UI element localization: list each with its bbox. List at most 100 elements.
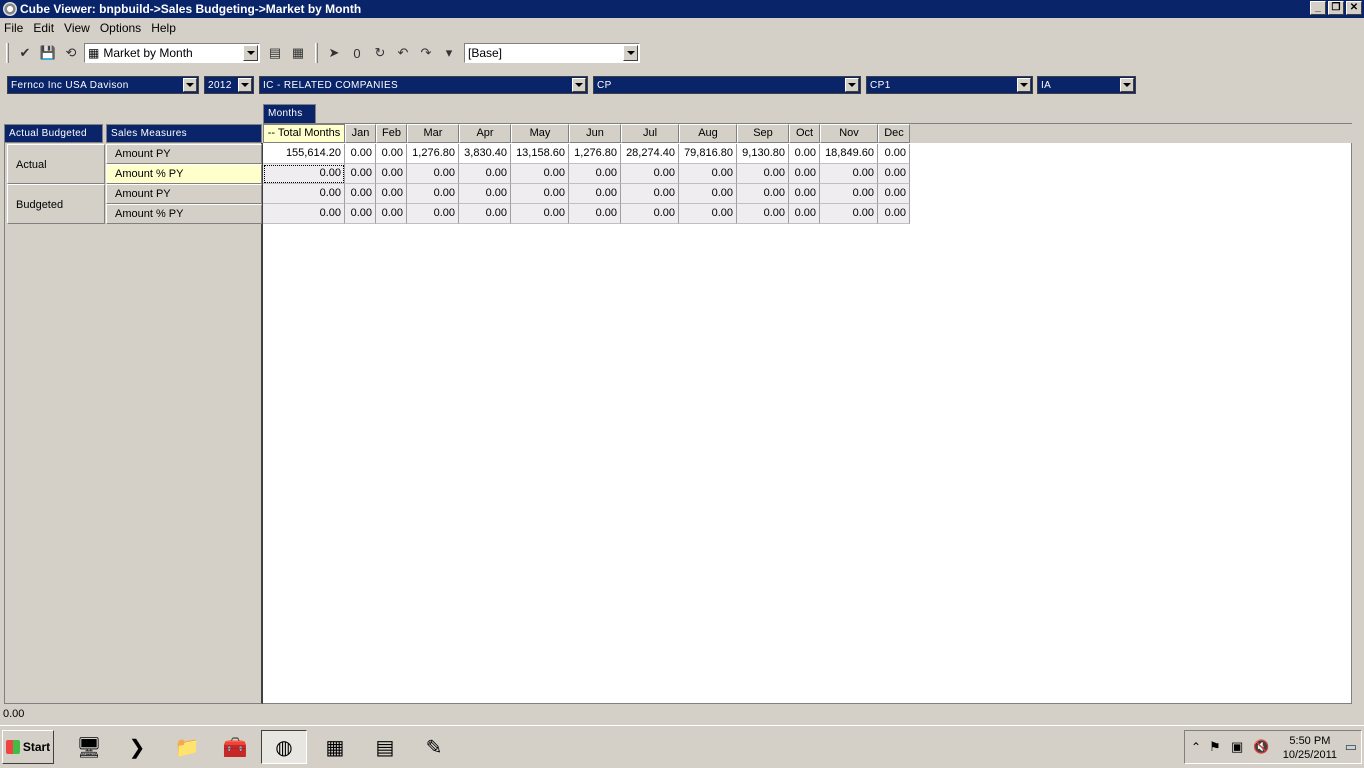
grid-cell[interactable]: 0.00 <box>345 144 376 164</box>
refresh-icon[interactable]: ↻ <box>369 42 391 64</box>
row-group-budgeted[interactable]: Budgeted <box>7 184 105 224</box>
column-header[interactable]: Dec <box>878 124 910 143</box>
grid-cell[interactable]: 0.00 <box>459 184 511 204</box>
row-measure[interactable]: Amount PY <box>106 184 262 204</box>
grid-cell[interactable]: 0.00 <box>820 184 878 204</box>
recalculate-icon[interactable]: ⟲ <box>60 42 82 64</box>
start-button[interactable]: Start <box>2 730 54 764</box>
grid-cell[interactable]: 0.00 <box>820 204 878 224</box>
row-measure[interactable]: Amount % PY <box>106 164 262 184</box>
column-header[interactable]: Aug <box>679 124 737 143</box>
action-center-flag-icon[interactable]: ⚑ <box>1209 739 1221 755</box>
grid-cell[interactable]: 0.00 <box>737 184 789 204</box>
column-header[interactable]: May <box>511 124 569 143</box>
grid-cell[interactable]: 0.00 <box>679 184 737 204</box>
chevron-down-icon[interactable] <box>243 45 258 61</box>
export-icon[interactable]: ➤ <box>323 42 345 64</box>
chevron-down-icon[interactable] <box>1017 78 1031 92</box>
toolbar-grip[interactable] <box>6 43 9 63</box>
row-measure[interactable]: Amount % PY <box>106 204 262 224</box>
chevron-down-icon[interactable] <box>1120 78 1134 92</box>
undo-icon[interactable]: ↶ <box>392 42 414 64</box>
restore-button[interactable]: ❐ <box>1328 1 1344 15</box>
explorer-icon[interactable]: 📁 <box>164 730 210 764</box>
powershell-icon[interactable]: ❯ <box>114 730 160 764</box>
toolbox-icon[interactable]: 🧰 <box>212 730 258 764</box>
dimension-company[interactable]: Fernco Inc USA Davison <box>7 76 199 94</box>
show-desktop-icon[interactable]: ▭ <box>1345 739 1357 755</box>
grid-cell[interactable]: 13,158.60 <box>511 144 569 164</box>
grid-cell[interactable]: 1,276.80 <box>569 144 621 164</box>
chevron-down-icon[interactable] <box>623 45 638 61</box>
grid-cell[interactable]: 0.00 <box>878 184 910 204</box>
notepad-icon[interactable]: ✎ <box>411 730 457 764</box>
grid-cell[interactable]: 0.00 <box>263 164 345 184</box>
column-header[interactable]: Jul <box>621 124 679 143</box>
grid-cell[interactable]: 0.00 <box>407 204 459 224</box>
checkmark-icon[interactable]: ✔ <box>14 42 36 64</box>
menu-file[interactable]: File <box>0 21 29 35</box>
grid-cell[interactable]: 0.00 <box>621 204 679 224</box>
grid-cell[interactable]: 0.00 <box>621 164 679 184</box>
zero-suppress-icon[interactable]: 0 <box>346 42 368 64</box>
grid-cell[interactable]: 79,816.80 <box>679 144 737 164</box>
redo-icon[interactable]: ↷ <box>415 42 437 64</box>
menu-options[interactable]: Options <box>96 21 147 35</box>
grid-cell[interactable]: 0.00 <box>511 184 569 204</box>
column-header[interactable]: Mar <box>407 124 459 143</box>
sandbox-select[interactable]: [Base] <box>464 43 640 63</box>
grid-cell[interactable]: 0.00 <box>511 164 569 184</box>
save-icon[interactable]: 💾 <box>37 42 59 64</box>
grid-cell[interactable]: 0.00 <box>737 164 789 184</box>
grid-cell[interactable]: 28,274.40 <box>621 144 679 164</box>
dimension-customer[interactable]: IC - RELATED COMPANIES <box>259 76 588 94</box>
grid-cell[interactable]: 0.00 <box>263 184 345 204</box>
tm1-architect-icon[interactable]: ◍ <box>261 730 307 764</box>
grid-cell[interactable]: 0.00 <box>345 204 376 224</box>
dimension-region[interactable]: IA <box>1037 76 1136 94</box>
chevron-down-icon[interactable] <box>845 78 859 92</box>
server-manager-icon[interactable]: 🖥 <box>66 730 112 764</box>
row-group-actual[interactable]: Actual <box>7 144 105 184</box>
grid-cell[interactable]: 0.00 <box>789 184 820 204</box>
grid-cell[interactable]: 0.00 <box>737 204 789 224</box>
grid-cell[interactable]: 0.00 <box>376 144 407 164</box>
grid-cell[interactable]: 0.00 <box>345 184 376 204</box>
grid-cell[interactable]: 9,130.80 <box>737 144 789 164</box>
grid-cell[interactable]: 0.00 <box>376 184 407 204</box>
grid-options-icon[interactable]: ▦ <box>287 42 309 64</box>
network-icon[interactable]: ▣ <box>1231 739 1243 755</box>
grid-cell[interactable]: 0.00 <box>621 184 679 204</box>
column-header[interactable]: Jan <box>345 124 376 143</box>
column-header[interactable]: Oct <box>789 124 820 143</box>
grid-cell[interactable]: 0.00 <box>789 164 820 184</box>
grid-cell[interactable]: 0.00 <box>459 204 511 224</box>
grid-cell[interactable]: 0.00 <box>407 164 459 184</box>
grid-cell[interactable]: 0.00 <box>407 184 459 204</box>
chevron-up-icon[interactable]: ⌃ <box>1191 740 1201 754</box>
column-header[interactable]: Nov <box>820 124 878 143</box>
grid-cell[interactable]: 1,276.80 <box>407 144 459 164</box>
grid-cell[interactable]: 155,614.20 <box>263 144 345 164</box>
grid-cell[interactable]: 0.00 <box>789 204 820 224</box>
grid-cell[interactable]: 0.00 <box>679 164 737 184</box>
column-header[interactable]: Sep <box>737 124 789 143</box>
dimension-product[interactable]: CP <box>593 76 861 94</box>
grid-cell[interactable]: 0.00 <box>511 204 569 224</box>
grid-cell[interactable]: 3,830.40 <box>459 144 511 164</box>
dimension-year[interactable]: 2012 <box>204 76 254 94</box>
grid-cell[interactable]: 0.00 <box>459 164 511 184</box>
grid-cell[interactable]: 0.00 <box>878 164 910 184</box>
grid-cell[interactable]: 0.00 <box>376 204 407 224</box>
calculator-grid-icon[interactable]: ▤ <box>264 42 286 64</box>
close-button[interactable]: ✕ <box>1346 1 1362 15</box>
grid-cell[interactable]: 0.00 <box>878 204 910 224</box>
grid-cell[interactable]: 0.00 <box>789 144 820 164</box>
row-dimension-header-scenario[interactable]: Actual Budgeted <box>4 124 103 143</box>
column-dimension-header[interactable]: Months <box>263 104 316 124</box>
column-header[interactable]: Apr <box>459 124 511 143</box>
row-dimension-header-measures[interactable]: Sales Measures <box>106 124 262 143</box>
clock[interactable]: 5:50 PM 10/25/2011 <box>1283 734 1337 762</box>
grid-cell[interactable]: 18,849.60 <box>820 144 878 164</box>
minimize-button[interactable]: _ <box>1310 1 1326 15</box>
